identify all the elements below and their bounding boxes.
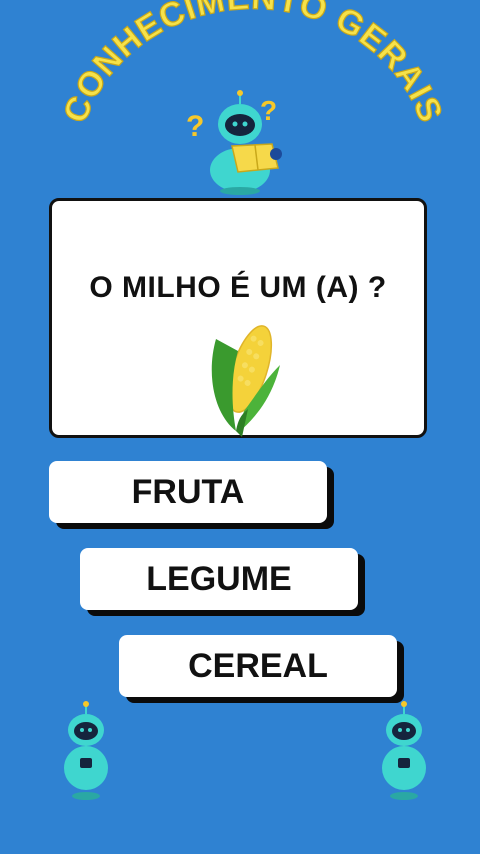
question-card: O MILHO É UM (A) ? [49, 198, 427, 438]
robot-reading-icon: ? ? [186, 90, 282, 195]
answer-option-cereal[interactable]: CEREAL [119, 635, 397, 697]
corn-icon [211, 325, 280, 437]
answer-option-fruta[interactable]: FRUTA [49, 461, 327, 523]
svg-text:?: ? [186, 110, 204, 143]
robot-icon [64, 701, 108, 800]
robot-icon [382, 701, 426, 800]
question-text: O MILHO É UM (A) ? [89, 271, 387, 304]
answer-label: LEGUME [146, 559, 292, 598]
answer-label: CEREAL [188, 646, 328, 685]
answer-option-legume[interactable]: LEGUME [80, 548, 358, 610]
svg-text:?: ? [260, 95, 277, 126]
answer-label: FRUTA [131, 472, 245, 511]
